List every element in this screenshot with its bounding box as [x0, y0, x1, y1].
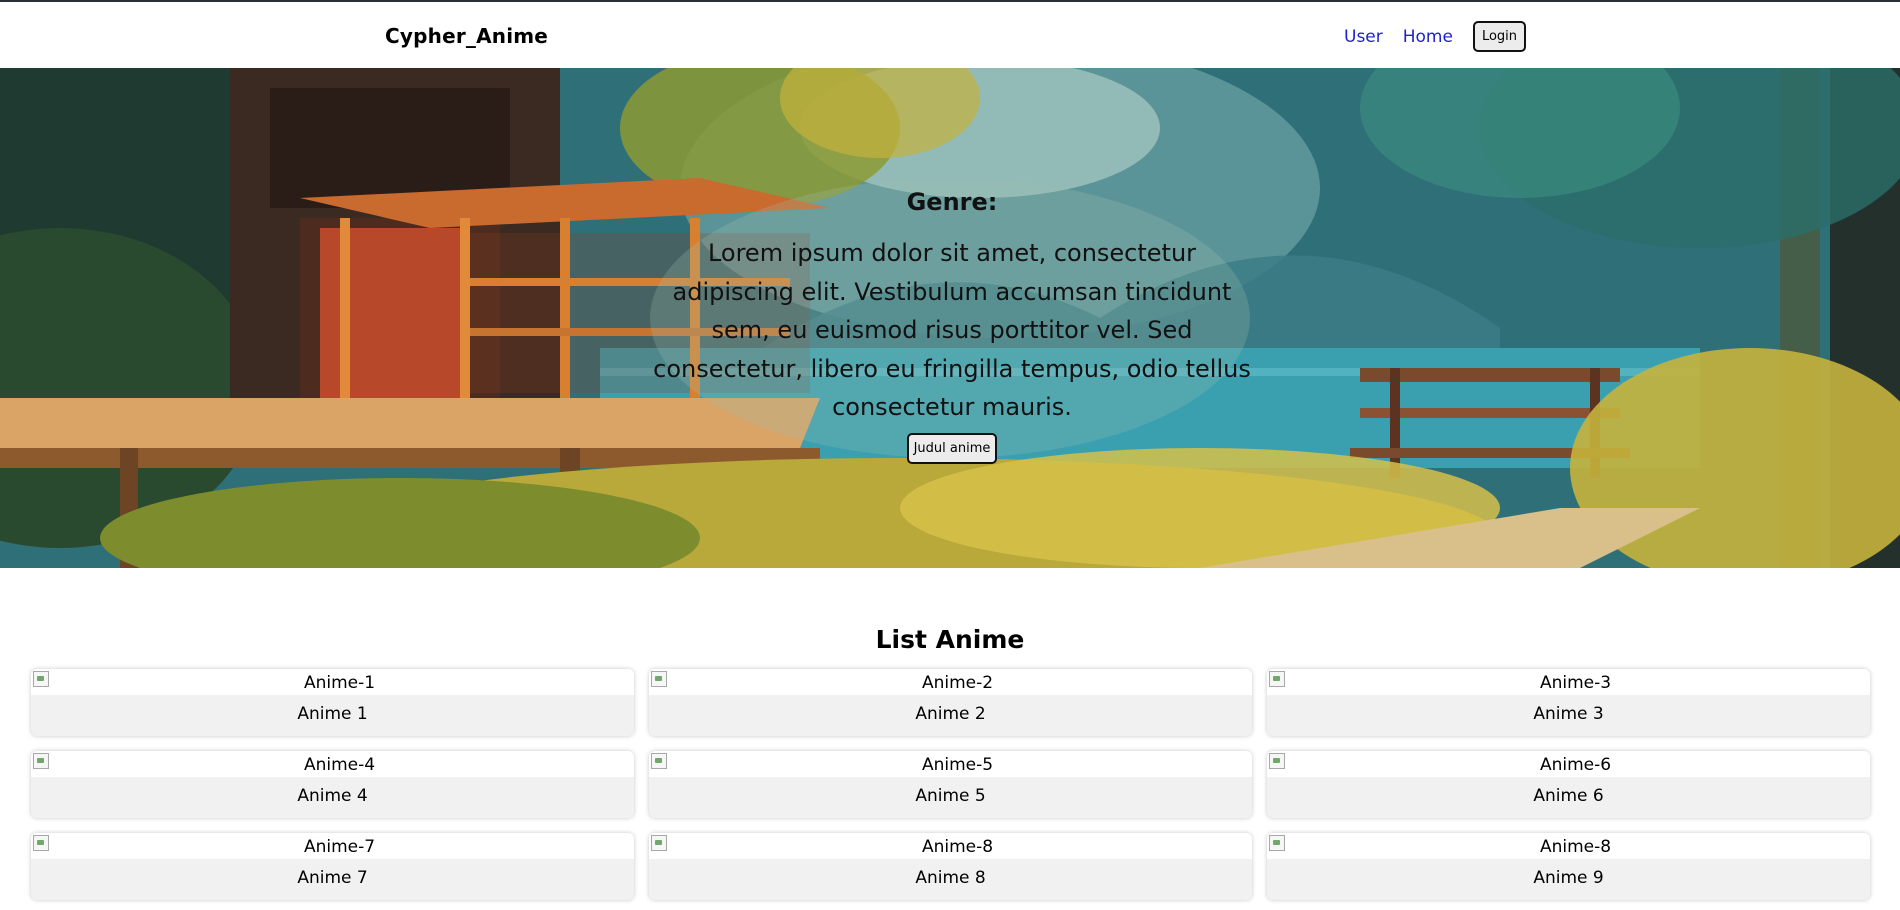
thumbnail-alt-text: Anime-8 — [921, 837, 994, 857]
anime-card-title: Anime 6 — [1533, 786, 1604, 806]
anime-card-title: Anime 3 — [1533, 704, 1604, 724]
thumbnail-alt-text: Anime-3 — [1539, 673, 1612, 693]
anime-thumbnail[interactable]: Anime-1 — [31, 669, 634, 695]
anime-card[interactable]: Anime-8 Anime 8 — [649, 833, 1252, 900]
anime-title-button[interactable]: Judul anime — [906, 432, 998, 464]
anime-grid: Anime-1 Anime 1 Anime-2 Anime 2 Anime-3 … — [0, 669, 1900, 900]
nav-links: User Home Login — [1344, 21, 1527, 52]
genre-heading: Genre: — [906, 188, 998, 216]
anime-card[interactable]: Anime-7 Anime 7 — [31, 833, 634, 900]
thumbnail-alt-text: Anime-5 — [921, 755, 994, 775]
site-brand[interactable]: Cypher_Anime — [385, 24, 548, 48]
anime-card-title: Anime 7 — [297, 868, 368, 888]
anime-card-title: Anime 4 — [297, 786, 368, 806]
nav-link-home[interactable]: Home — [1403, 27, 1453, 47]
anime-thumbnail[interactable]: Anime-3 — [1267, 669, 1870, 695]
anime-card[interactable]: Anime-4 Anime 4 — [31, 751, 634, 818]
hero-banner: Genre: Lorem ipsum dolor sit amet, conse… — [0, 68, 1900, 568]
anime-thumbnail[interactable]: Anime-2 — [649, 669, 1252, 695]
anime-card-title: Anime 1 — [297, 704, 368, 724]
thumbnail-alt-text: Anime-2 — [921, 673, 994, 693]
nav-link-user[interactable]: User — [1344, 27, 1383, 47]
anime-card-title: Anime 5 — [915, 786, 986, 806]
hero-description: Lorem ipsum dolor sit amet, consectetur … — [653, 239, 1251, 421]
thumbnail-alt-text: Anime-7 — [303, 837, 376, 857]
anime-thumbnail[interactable]: Anime-4 — [31, 751, 634, 777]
anime-card[interactable]: Anime-2 Anime 2 — [649, 669, 1252, 736]
anime-card-title: Anime 2 — [915, 704, 986, 724]
list-anime-heading: List Anime — [875, 625, 1025, 654]
thumbnail-alt-text: Anime-4 — [303, 755, 376, 775]
anime-thumbnail[interactable]: Anime-8 — [649, 833, 1252, 859]
anime-card[interactable]: Anime-8 Anime 9 — [1267, 833, 1870, 900]
anime-card-title: Anime 8 — [915, 868, 986, 888]
hero-content: Genre: Lorem ipsum dolor sit amet, conse… — [650, 188, 1254, 464]
thumbnail-alt-text: Anime-6 — [1539, 755, 1612, 775]
anime-thumbnail[interactable]: Anime-6 — [1267, 751, 1870, 777]
anime-card-title: Anime 9 — [1533, 868, 1604, 888]
thumbnail-alt-text: Anime-8 — [1539, 837, 1612, 857]
navbar: Cypher_Anime User Home Login — [0, 2, 1900, 68]
anime-thumbnail[interactable]: Anime-7 — [31, 833, 634, 859]
anime-card[interactable]: Anime-6 Anime 6 — [1267, 751, 1870, 818]
anime-card[interactable]: Anime-5 Anime 5 — [649, 751, 1252, 818]
anime-thumbnail[interactable]: Anime-8 — [1267, 833, 1870, 859]
anime-card[interactable]: Anime-1 Anime 1 — [31, 669, 634, 736]
anime-thumbnail[interactable]: Anime-5 — [649, 751, 1252, 777]
anime-card[interactable]: Anime-3 Anime 3 — [1267, 669, 1870, 736]
login-button[interactable]: Login — [1472, 21, 1527, 52]
thumbnail-alt-text: Anime-1 — [303, 673, 376, 693]
